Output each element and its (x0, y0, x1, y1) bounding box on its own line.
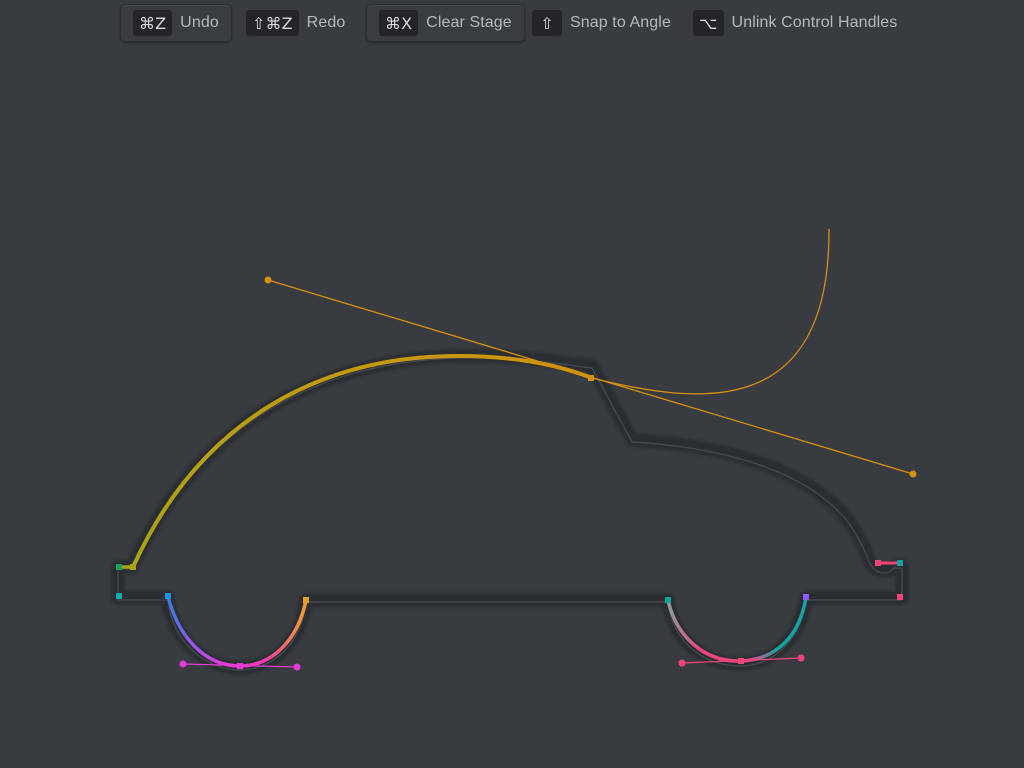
anchor-point (165, 593, 171, 599)
drawing-stage[interactable] (0, 0, 1024, 768)
anchor-point (665, 597, 671, 603)
anchor-point (803, 594, 809, 600)
preview-curve (591, 228, 830, 395)
roof-segment (131, 353, 594, 569)
car-guide-outline (111, 348, 909, 675)
anchor-point (875, 560, 881, 566)
control-handle-out (909, 470, 917, 478)
drawn-path (118, 353, 902, 668)
control-handle (179, 660, 187, 668)
anchor-point (897, 594, 903, 600)
anchor-point (116, 564, 122, 570)
control-handle (293, 663, 301, 671)
anchor-point (116, 593, 122, 599)
anchor-point (130, 564, 136, 570)
control-handle (678, 659, 686, 667)
anchor-point (897, 560, 903, 566)
control-handle (797, 654, 805, 662)
active-control-handles[interactable] (264, 228, 917, 478)
anchor-point (303, 597, 309, 603)
pen-tool-canvas[interactable]: ⌘Z Undo ⇧⌘Z Redo ⌘X Clear Stage ⇧ Snap t… (0, 0, 1024, 768)
anchor-point (237, 663, 243, 669)
control-handle-in (264, 276, 272, 284)
anchor-point (738, 658, 744, 664)
